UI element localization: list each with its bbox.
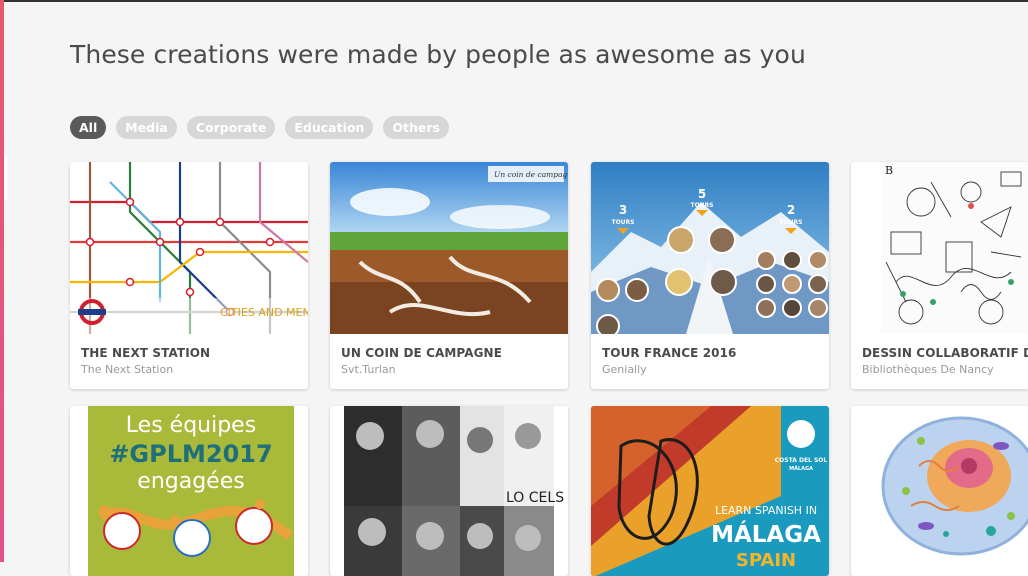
creation-card-photo-collage[interactable]: LO CELS	[330, 406, 568, 576]
thumb-caption: Un coin de campagne	[494, 170, 568, 179]
stat-label: 3	[619, 203, 627, 217]
stat-label: 2	[787, 203, 795, 217]
card-author: Svt.Turlan	[341, 363, 396, 376]
thumb-caption: CITIES AND MEMORY	[220, 306, 308, 319]
creation-card-cell-diagram[interactable]	[851, 406, 1028, 576]
stat-unit: TOURS	[690, 202, 713, 209]
stat-label: 5	[698, 187, 706, 201]
creation-card-gplm2017[interactable]: Les équipes #GPLM2017 engagées	[70, 406, 308, 576]
thumbnail-line-drawing: B	[851, 162, 1028, 334]
page-title: These creations were made by people as a…	[70, 40, 806, 69]
svg-text:B: B	[885, 164, 893, 177]
filter-all[interactable]: All	[70, 116, 107, 139]
card-author: The Next Station	[81, 363, 174, 376]
left-accent-bar	[0, 0, 4, 562]
promo-line: SPAIN	[736, 550, 796, 571]
promo-line: MÁLAGA	[711, 520, 821, 548]
thumbnail-cell-diagram	[851, 406, 1028, 576]
poster-line: Les équipes	[126, 413, 256, 438]
promo-line: LEARN SPANISH IN	[715, 504, 817, 517]
card-title: THE NEXT STATION	[81, 346, 211, 360]
photo-text: LO CELS	[506, 490, 564, 506]
card-title: DESSIN COLLABORATIF DE	[862, 346, 1028, 360]
creation-card-tour-france[interactable]: 3 5 2 TOURS TOURS TOURS TOUR FRANCE 2016…	[591, 162, 829, 389]
top-border	[0, 0, 1028, 2]
filter-education[interactable]: Education	[285, 116, 374, 139]
card-title: UN COIN DE CAMPAGNE	[341, 346, 502, 360]
filter-others[interactable]: Others	[383, 116, 449, 139]
stat-unit: TOURS	[611, 219, 634, 226]
stat-unit: TOURS	[779, 219, 802, 226]
card-author: Bibliothèques De Nancy	[862, 363, 994, 376]
thumbnail-countryside: Un coin de campagne	[330, 162, 568, 334]
card-author: Genially	[602, 363, 647, 376]
thumbnail-subway-map: CITIES AND MEMORY	[70, 162, 308, 334]
creation-card-coin-de-campagne[interactable]: Un coin de campagne UN COIN DE CAMPAGNE …	[330, 162, 568, 389]
filter-media[interactable]: Media	[116, 116, 177, 139]
card-title: TOUR FRANCE 2016	[602, 346, 737, 360]
poster-line: engagées	[137, 469, 244, 494]
category-filters: All Media Corporate Education Others	[70, 116, 449, 139]
thumbnail-teams-poster: Les équipes #GPLM2017 engagées	[70, 406, 308, 576]
creation-card-dessin-collaboratif[interactable]: B DESSIN COLLABORATIF DE Bibliothèques D…	[851, 162, 1028, 389]
filter-corporate[interactable]: Corporate	[186, 116, 276, 139]
thumbnail-tour-france: 3 5 2 TOURS TOURS TOURS	[591, 162, 829, 334]
scroll-notch	[4, 155, 7, 200]
creation-card-next-station[interactable]: CITIES AND MEMORY THE NEXT STATION The N…	[70, 162, 308, 389]
creation-card-learn-spanish[interactable]: COSTA DEL SOL MÁLAGA LEARN SPANISH IN MÁ…	[591, 406, 829, 576]
brand-line: MÁLAGA	[789, 465, 813, 472]
thumbnail-photo-collage: LO CELS	[330, 406, 568, 576]
brand-line: COSTA DEL SOL	[775, 457, 828, 464]
poster-line: #GPLM2017	[109, 440, 272, 468]
thumbnail-spanish-fish: COSTA DEL SOL MÁLAGA LEARN SPANISH IN MÁ…	[591, 406, 829, 576]
